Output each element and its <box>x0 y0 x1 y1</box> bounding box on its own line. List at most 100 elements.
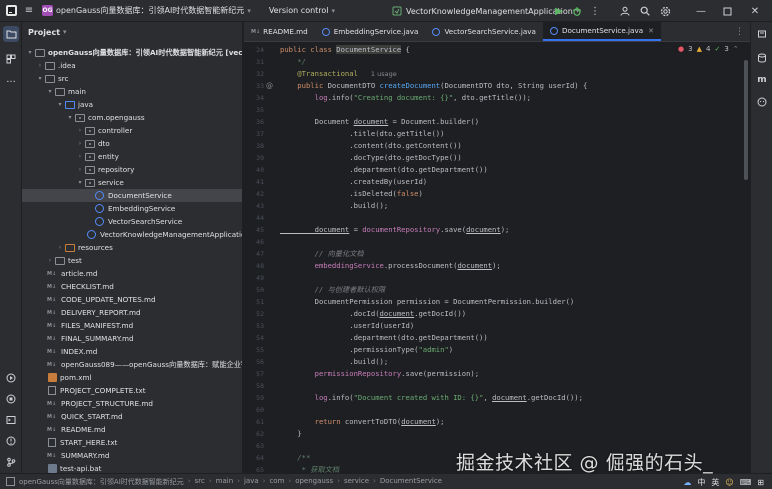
app-logo-icon[interactable] <box>2 2 20 20</box>
line-number[interactable]: 64 <box>244 454 264 462</box>
chevron-down-icon[interactable]: ▾ <box>63 28 67 36</box>
tree-item-java[interactable]: ▾ java <box>22 98 242 111</box>
line-number[interactable]: 63 <box>244 442 264 450</box>
line-number[interactable]: 51 <box>244 298 264 306</box>
line-number[interactable]: 33 <box>244 82 264 90</box>
chevron-down-icon[interactable]: ▾ <box>332 7 336 15</box>
notifications-icon[interactable] <box>754 26 770 42</box>
tree-item-file[interactable]: M↓ CHECKLIST.md <box>22 280 242 293</box>
breadcrumb-item[interactable]: com <box>269 477 284 487</box>
chevron-down-icon[interactable]: ▾ <box>36 75 44 82</box>
line-number[interactable]: 56 <box>244 358 264 366</box>
chevron-right-icon[interactable]: › <box>56 244 64 251</box>
line-number[interactable]: 57 <box>244 370 264 378</box>
line-number[interactable]: 32 <box>244 70 264 78</box>
line-number[interactable]: 40 <box>244 166 264 174</box>
tree-item-controller[interactable]: › controller <box>22 124 242 137</box>
tree-item-project-root[interactable]: ▾ openGauss向量数据库：引领AI时代数据智能新纪元 [vector-k… <box>22 46 242 59</box>
tree-item-package-com-opengauss[interactable]: ▾ com.opengauss <box>22 111 242 124</box>
tree-item-file[interactable]: M↓ INDEX.md <box>22 345 242 358</box>
problems-tool-icon[interactable] <box>3 433 19 449</box>
editor-scrollbar[interactable] <box>744 60 748 180</box>
minimize-icon[interactable]: — <box>692 2 710 20</box>
version-control-menu[interactable]: Version control <box>269 6 329 15</box>
line-number[interactable]: 38 <box>244 142 264 150</box>
chevron-down-icon[interactable]: ▾ <box>76 179 84 186</box>
line-number[interactable]: 46 <box>244 238 264 246</box>
chevron-down-icon[interactable]: ▾ <box>66 114 74 121</box>
apps-icon[interactable]: ⊞ <box>757 478 764 487</box>
tree-item-main[interactable]: ▾ main <box>22 85 242 98</box>
close-tab-icon[interactable]: ✕ <box>648 27 654 35</box>
line-number[interactable]: 47 <box>244 250 264 258</box>
line-number[interactable]: 43 <box>244 202 264 210</box>
debug-icon[interactable] <box>568 2 586 20</box>
tree-item-file[interactable]: PROJECT_COMPLETE.txt <box>22 384 242 397</box>
settings-gear-icon[interactable] <box>656 2 674 20</box>
tree-item-application[interactable]: VectorKnowledgeManagementApplication <box>22 228 242 241</box>
tab-documentservice[interactable]: DocumentService.java ✕ <box>542 22 661 41</box>
breadcrumb-item[interactable]: src <box>195 477 205 487</box>
line-number[interactable]: 61 <box>244 418 264 426</box>
tree-item-src[interactable]: ▾ src <box>22 72 242 85</box>
tree-item-file[interactable]: M↓ article.md <box>22 267 242 280</box>
implements-marker-icon[interactable]: @ <box>266 82 273 90</box>
close-window-icon[interactable]: ✕ <box>746 2 764 20</box>
tree-item-file[interactable]: M↓ PROJECT_STRUCTURE.md <box>22 397 242 410</box>
tree-item-vectorsearchservice[interactable]: VectorSearchService <box>22 215 242 228</box>
chevron-right-icon[interactable]: › <box>36 62 44 69</box>
line-number[interactable]: 62 <box>244 430 264 438</box>
ai-assistant-icon[interactable] <box>754 94 770 110</box>
more-actions-icon[interactable]: ⋮ <box>586 2 604 20</box>
project-name[interactable]: openGauss向量数据库：引领AI时代数据智能新纪元 <box>56 5 244 16</box>
line-number[interactable]: 53 <box>244 322 264 330</box>
chevron-down-icon[interactable]: ▾ <box>56 101 64 108</box>
tree-item-file[interactable]: M↓ FILES_MANIFEST.md <box>22 319 242 332</box>
tree-item-resources[interactable]: › resources <box>22 241 242 254</box>
tree-item-embeddingservice[interactable]: EmbeddingService <box>22 202 242 215</box>
line-number[interactable]: 34 <box>244 94 264 102</box>
line-number[interactable]: 37 <box>244 130 264 138</box>
chevron-right-icon[interactable]: › <box>76 166 84 173</box>
line-number[interactable]: 24 <box>244 46 264 54</box>
breadcrumb-item[interactable]: openGauss向量数据库：引领AI时代数据智能新纪元 <box>19 477 184 487</box>
cloud-icon[interactable]: ☁ <box>683 478 691 487</box>
search-everywhere-icon[interactable] <box>636 2 654 20</box>
chevron-down-icon[interactable]: ▾ <box>46 88 54 95</box>
breadcrumb-item[interactable]: opengauss <box>295 477 333 487</box>
tree-item-service[interactable]: ▾ service <box>22 176 242 189</box>
line-number[interactable]: 49 <box>244 274 264 282</box>
tab-readme[interactable]: M↓ README.md <box>244 22 315 41</box>
terminal-tool-icon[interactable] <box>3 412 19 428</box>
run-icon[interactable]: ▶ <box>550 2 568 20</box>
tree-item-repository[interactable]: › repository <box>22 163 242 176</box>
tree-item-file[interactable]: M↓ DELIVERY_REPORT.md <box>22 306 242 319</box>
line-number[interactable]: 36 <box>244 118 264 126</box>
main-menu-icon[interactable]: ≡ <box>20 2 38 20</box>
breadcrumb-item[interactable]: main <box>216 477 234 487</box>
emoji-icon[interactable]: ☺ <box>725 478 733 487</box>
tab-options-icon[interactable]: ⋮ <box>729 22 750 41</box>
chevron-down-icon[interactable]: ▾ <box>26 49 34 56</box>
tree-item-test[interactable]: › test <box>22 254 242 267</box>
input-method-secondary[interactable]: 英 <box>711 477 719 488</box>
line-number[interactable]: 55 <box>244 346 264 354</box>
project-panel-header[interactable]: Project ▾ <box>22 22 242 42</box>
tree-item-file[interactable]: M↓ CODE_UPDATE_NOTES.md <box>22 293 242 306</box>
tree-item-file[interactable]: START_HERE.txt <box>22 436 242 449</box>
line-number[interactable]: 52 <box>244 310 264 318</box>
input-method-indicator[interactable]: 中 <box>697 477 705 488</box>
maven-tool-icon[interactable]: m <box>754 72 770 88</box>
tree-item-documentservice[interactable]: DocumentService <box>22 189 242 202</box>
chevron-right-icon[interactable]: › <box>76 153 84 160</box>
chevron-right-icon[interactable]: › <box>46 257 54 264</box>
database-icon[interactable] <box>754 50 770 66</box>
more-tools-icon[interactable]: ··· <box>3 74 19 90</box>
code-editor[interactable]: public class DocumentService { */ @Trans… <box>280 42 750 473</box>
tree-item-entity[interactable]: › entity <box>22 150 242 163</box>
tree-item-file[interactable]: M↓ SUMMARY.md <box>22 449 242 462</box>
tree-item-file[interactable]: M↓ FINAL_SUMMARY.md <box>22 332 242 345</box>
project-tool-icon[interactable] <box>3 26 19 42</box>
tree-item-file[interactable]: test-api.bat <box>22 462 242 473</box>
line-number[interactable]: 45 <box>244 226 264 234</box>
